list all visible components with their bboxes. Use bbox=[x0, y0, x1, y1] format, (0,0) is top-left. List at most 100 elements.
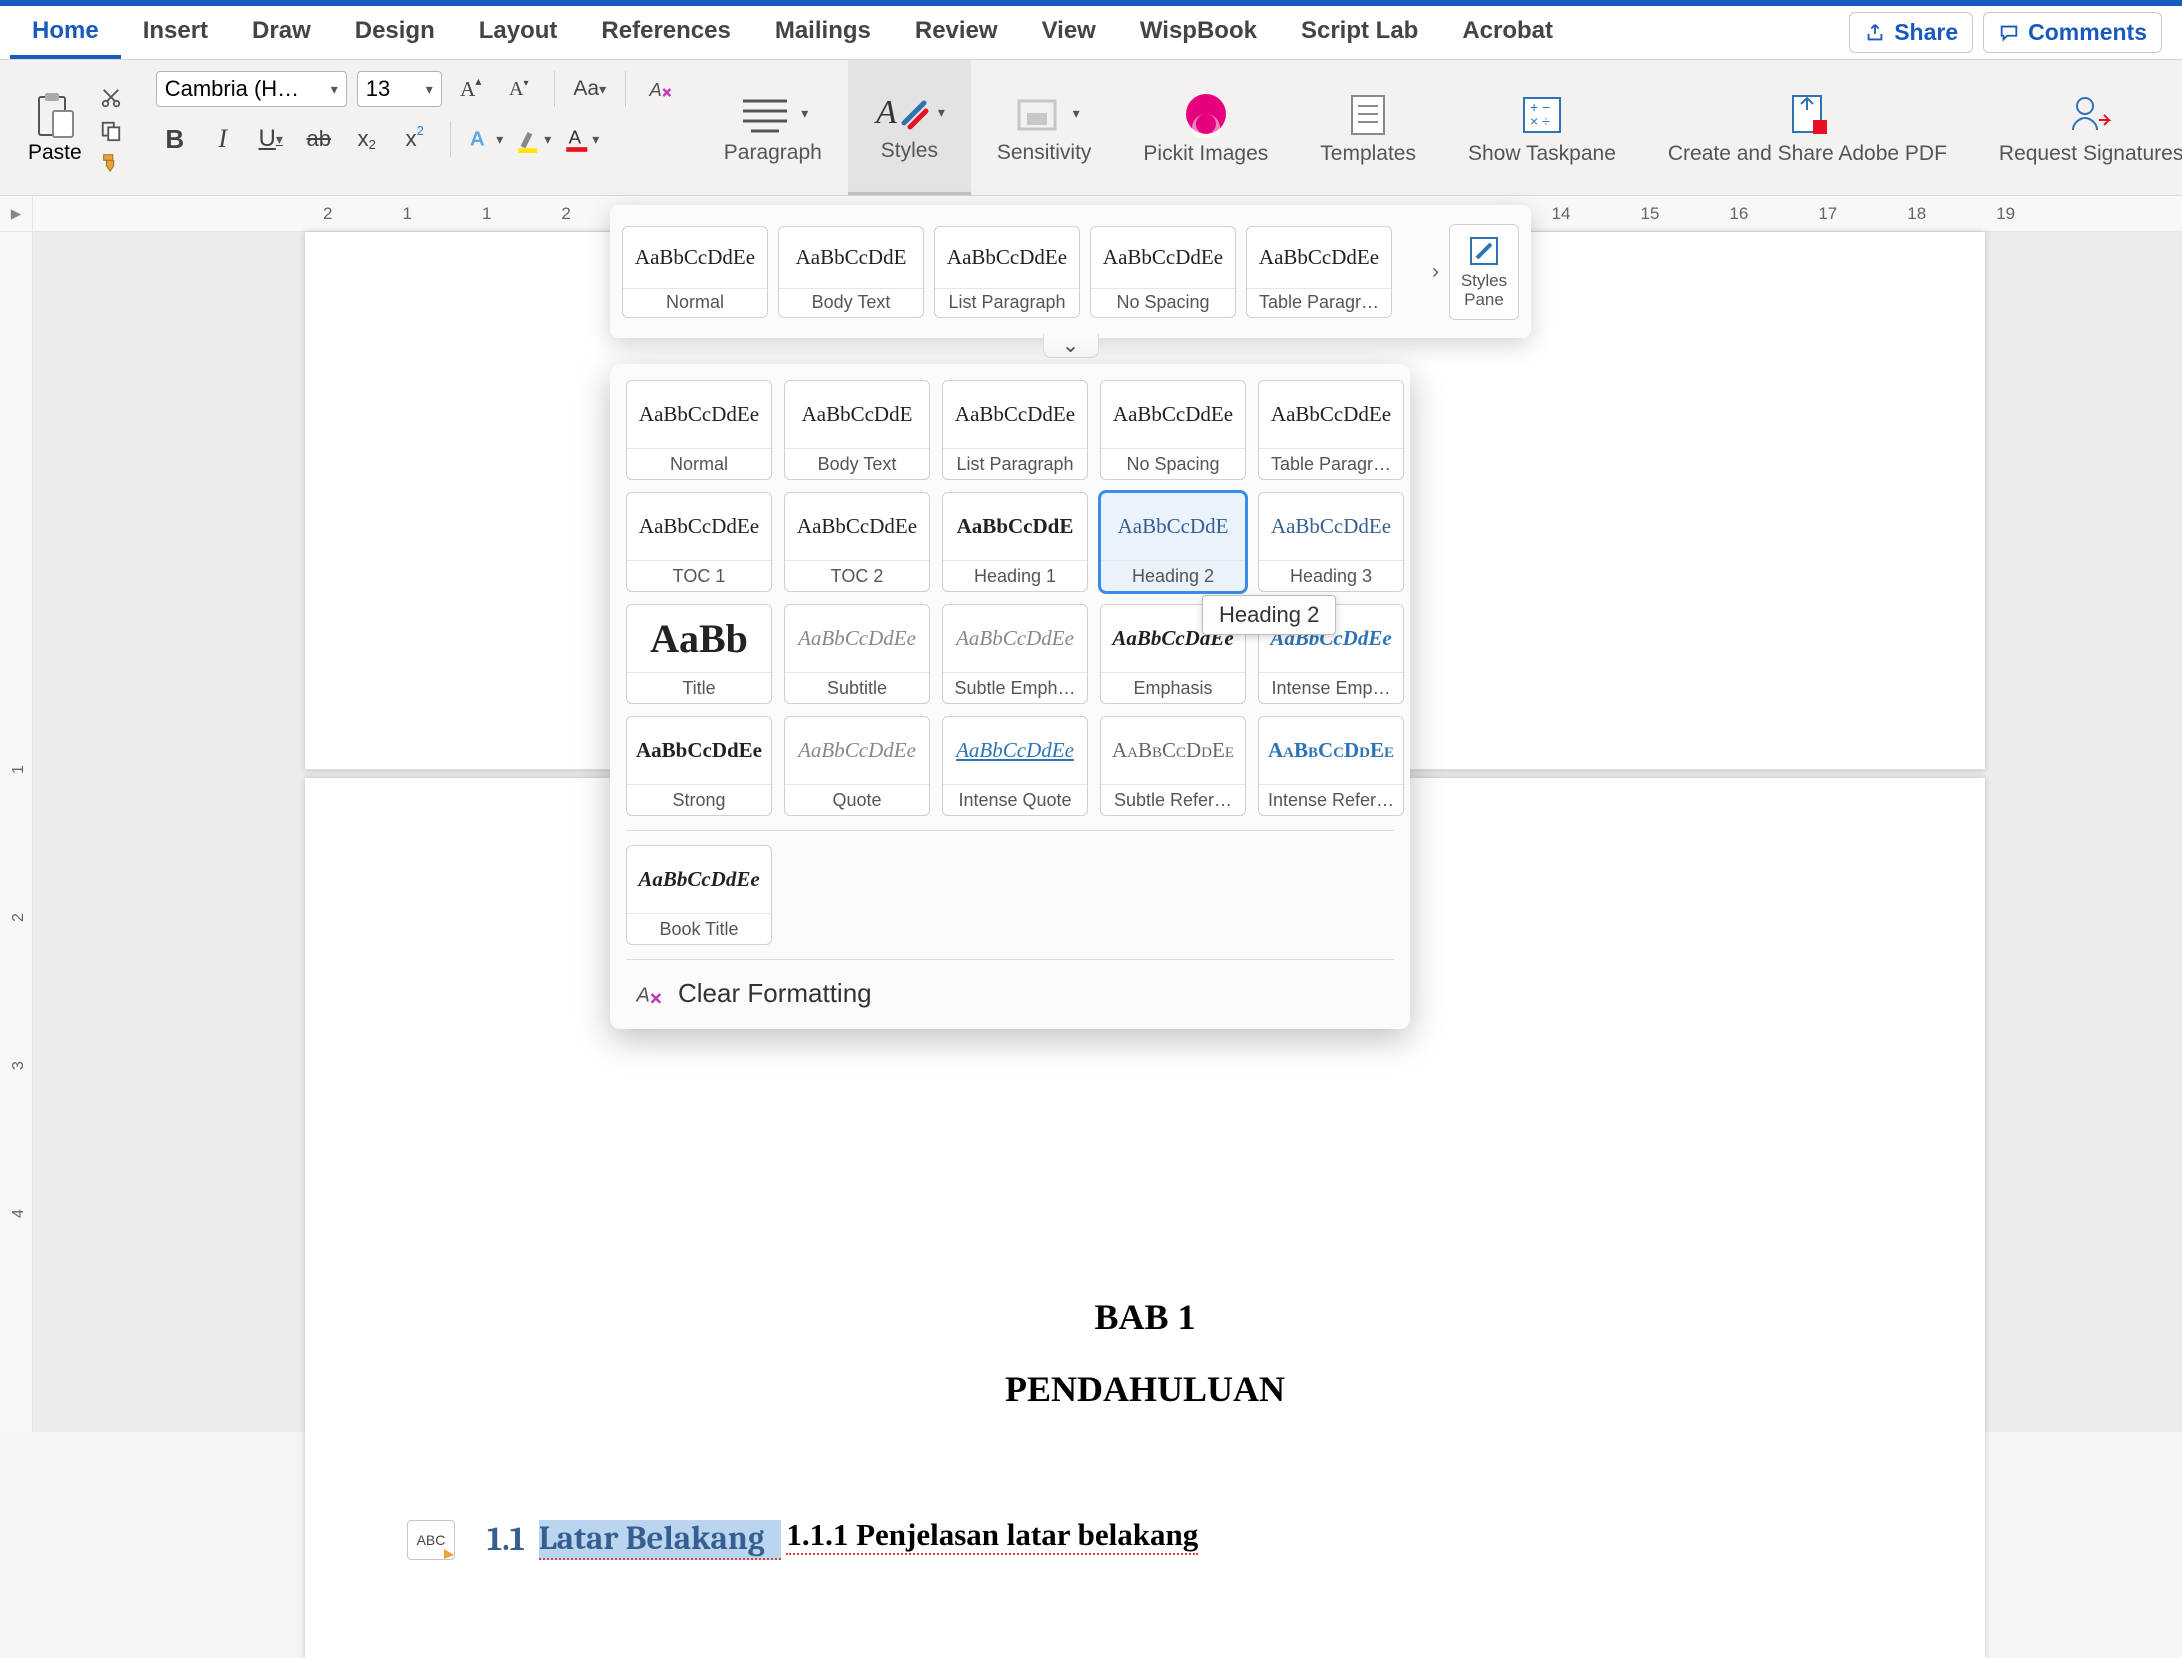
grow-font-button[interactable]: A▴ bbox=[452, 70, 490, 108]
style-toc-2[interactable]: AaBbCcDdEeTOC 2 bbox=[784, 492, 930, 592]
style-normal[interactable]: AaBbCcDdEeNormal bbox=[626, 380, 772, 480]
sensitivity-group[interactable]: ▾ Sensitivity bbox=[971, 60, 1118, 195]
vruler-tick: 3 bbox=[10, 1044, 28, 1070]
styles-group[interactable]: A ▾ Styles bbox=[848, 60, 971, 195]
tab-view[interactable]: View bbox=[1020, 7, 1118, 59]
paragraph-group[interactable]: ▾ Paragraph bbox=[698, 60, 848, 195]
paragraph-label: Paragraph bbox=[724, 141, 822, 165]
style-chip-body-text[interactable]: AaBbCcDdEBody Text bbox=[778, 226, 924, 318]
chevron-right-icon[interactable]: › bbox=[1432, 260, 1439, 284]
signatures-group[interactable]: Request Signatures bbox=[1973, 60, 2182, 195]
cut-icon[interactable] bbox=[98, 88, 124, 110]
tab-home[interactable]: Home bbox=[10, 7, 121, 59]
style-heading-2[interactable]: AaBbCcDdEHeading 2 bbox=[1100, 492, 1246, 592]
tab-draw[interactable]: Draw bbox=[230, 7, 333, 59]
style-subtle-refer-[interactable]: AaBbCcDdEeSubtle Refer… bbox=[1100, 716, 1246, 816]
styles-gallery: AaBbCcDdEeNormalAaBbCcDdEBody TextAaBbCc… bbox=[610, 364, 1410, 1029]
style-preview: AaBbCcDdEe bbox=[1101, 717, 1245, 785]
tab-review[interactable]: Review bbox=[893, 7, 1020, 59]
doc-h2-number[interactable]: 1.1 bbox=[487, 1521, 525, 1559]
sensitivity-icon bbox=[1009, 91, 1065, 137]
doc-heading-pendahuluan[interactable]: PENDAHULUAN bbox=[485, 1368, 1805, 1410]
doc-heading-2[interactable]: ABC 1.1 Latar Belakang bbox=[485, 1520, 781, 1560]
superscript-button[interactable]: x2 bbox=[396, 120, 434, 158]
style-label: Subtle Emph… bbox=[943, 673, 1087, 703]
pickit-group[interactable]: Pickit Images bbox=[1117, 60, 1294, 195]
style-subtle-emph-[interactable]: AaBbCcDdEeSubtle Emph… bbox=[942, 604, 1088, 704]
tab-acrobat[interactable]: Acrobat bbox=[1440, 7, 1575, 59]
style-label: Table Paragr… bbox=[1247, 289, 1391, 317]
style-book-title[interactable]: AaBbCcDdEeBook Title bbox=[626, 845, 772, 945]
tab-insert[interactable]: Insert bbox=[121, 7, 230, 59]
style-preview: AaBbCcDdEe bbox=[943, 605, 1087, 673]
format-painter-icon[interactable] bbox=[98, 152, 124, 174]
style-label: Quote bbox=[785, 785, 929, 815]
subscript-button[interactable]: x2 bbox=[348, 120, 386, 158]
style-no-spacing[interactable]: AaBbCcDdEeNo Spacing bbox=[1100, 380, 1246, 480]
clear-formatting-label: Clear Formatting bbox=[678, 978, 872, 1009]
style-intense-quote[interactable]: AaBbCcDdEeIntense Quote bbox=[942, 716, 1088, 816]
style-body-text[interactable]: AaBbCcDdEBody Text bbox=[784, 380, 930, 480]
tab-mailings[interactable]: Mailings bbox=[753, 7, 893, 59]
styles-expand-button[interactable]: ⌄ bbox=[1043, 334, 1099, 358]
comments-button[interactable]: Comments bbox=[1983, 12, 2162, 53]
style-heading-1[interactable]: AaBbCcDdEHeading 1 bbox=[942, 492, 1088, 592]
italic-button[interactable]: I bbox=[204, 120, 242, 158]
font-size-dropdown[interactable]: 13 ▾ bbox=[357, 71, 442, 107]
style-toc-1[interactable]: AaBbCcDdEeTOC 1 bbox=[626, 492, 772, 592]
bold-button[interactable]: B bbox=[156, 120, 194, 158]
style-preview: AaBbCcDdE bbox=[785, 381, 929, 449]
paste-button[interactable]: Paste bbox=[20, 87, 90, 169]
autocorrect-options-icon[interactable]: ABC bbox=[407, 1520, 455, 1560]
style-label: Table Paragr… bbox=[1259, 449, 1403, 479]
style-label: Book Title bbox=[627, 914, 771, 944]
adobe-pdf-group[interactable]: Create and Share Adobe PDF bbox=[1642, 60, 1973, 195]
style-preview: AaBbCcDdEe bbox=[1091, 227, 1235, 289]
styles-pane-button[interactable]: Styles Pane bbox=[1449, 224, 1519, 320]
tab-wispbook[interactable]: WispBook bbox=[1118, 7, 1279, 59]
style-table-paragr-[interactable]: AaBbCcDdEeTable Paragr… bbox=[1258, 380, 1404, 480]
ruler-tick: 14 bbox=[1552, 204, 1571, 224]
style-label: Intense Quote bbox=[943, 785, 1087, 815]
font-color-button[interactable]: A▾ bbox=[563, 120, 601, 158]
copy-icon[interactable] bbox=[98, 120, 124, 142]
strikethrough-button[interactable]: ab bbox=[300, 120, 338, 158]
style-chip-table-paragr-[interactable]: AaBbCcDdEeTable Paragr… bbox=[1246, 226, 1392, 318]
style-list-paragraph[interactable]: AaBbCcDdEeList Paragraph bbox=[942, 380, 1088, 480]
vertical-ruler[interactable]: 1234 bbox=[0, 232, 33, 1432]
share-button[interactable]: Share bbox=[1849, 12, 1973, 53]
style-preview: AaBbCcDdEe bbox=[627, 381, 771, 449]
templates-group[interactable]: Templates bbox=[1294, 60, 1442, 195]
tab-references[interactable]: References bbox=[579, 7, 752, 59]
style-intense-refer-[interactable]: AaBbCcDdEeIntense Refer… bbox=[1258, 716, 1404, 816]
shrink-font-button[interactable]: A▾ bbox=[500, 70, 538, 108]
highlight-button[interactable]: ▾ bbox=[515, 120, 553, 158]
tab-design[interactable]: Design bbox=[333, 7, 457, 59]
style-strong[interactable]: AaBbCcDdEeStrong bbox=[626, 716, 772, 816]
clear-format-button[interactable]: A bbox=[642, 70, 680, 108]
style-label: Body Text bbox=[779, 289, 923, 317]
tab-layout[interactable]: Layout bbox=[457, 7, 580, 59]
underline-button[interactable]: U ▾ bbox=[252, 120, 290, 158]
text-effects-button[interactable]: A▾ bbox=[467, 120, 505, 158]
doc-heading-bab[interactable]: BAB 1 bbox=[485, 1296, 1805, 1338]
style-preview: AaBb bbox=[627, 605, 771, 673]
change-case-button[interactable]: Aa ▾ bbox=[571, 70, 609, 108]
svg-text:A: A bbox=[470, 128, 485, 151]
style-preview: AaBbCcDdEe bbox=[1101, 381, 1245, 449]
style-chip-list-paragraph[interactable]: AaBbCcDdEeList Paragraph bbox=[934, 226, 1080, 318]
chevron-down-icon: ▾ bbox=[426, 81, 433, 98]
font-name-dropdown[interactable]: Cambria (H… ▾ bbox=[156, 71, 347, 107]
taskpane-group[interactable]: + − × ÷ Show Taskpane bbox=[1442, 60, 1642, 195]
doc-h2-text[interactable]: Latar Belakang bbox=[539, 1520, 781, 1560]
doc-heading-3[interactable]: 1.1.1 Penjelasan latar belakang bbox=[786, 1517, 1198, 1555]
style-subtitle[interactable]: AaBbCcDdEeSubtitle bbox=[784, 604, 930, 704]
style-heading-3[interactable]: AaBbCcDdEeHeading 3 bbox=[1258, 492, 1404, 592]
clear-formatting-button[interactable]: A Clear Formatting bbox=[626, 960, 1394, 1029]
style-chip-no-spacing[interactable]: AaBbCcDdEeNo Spacing bbox=[1090, 226, 1236, 318]
style-quote[interactable]: AaBbCcDdEeQuote bbox=[784, 716, 930, 816]
taskpane-icon: + − × ÷ bbox=[1514, 90, 1570, 138]
style-title[interactable]: AaBbTitle bbox=[626, 604, 772, 704]
style-chip-normal[interactable]: AaBbCcDdEeNormal bbox=[622, 226, 768, 318]
tab-script-lab[interactable]: Script Lab bbox=[1279, 7, 1440, 59]
